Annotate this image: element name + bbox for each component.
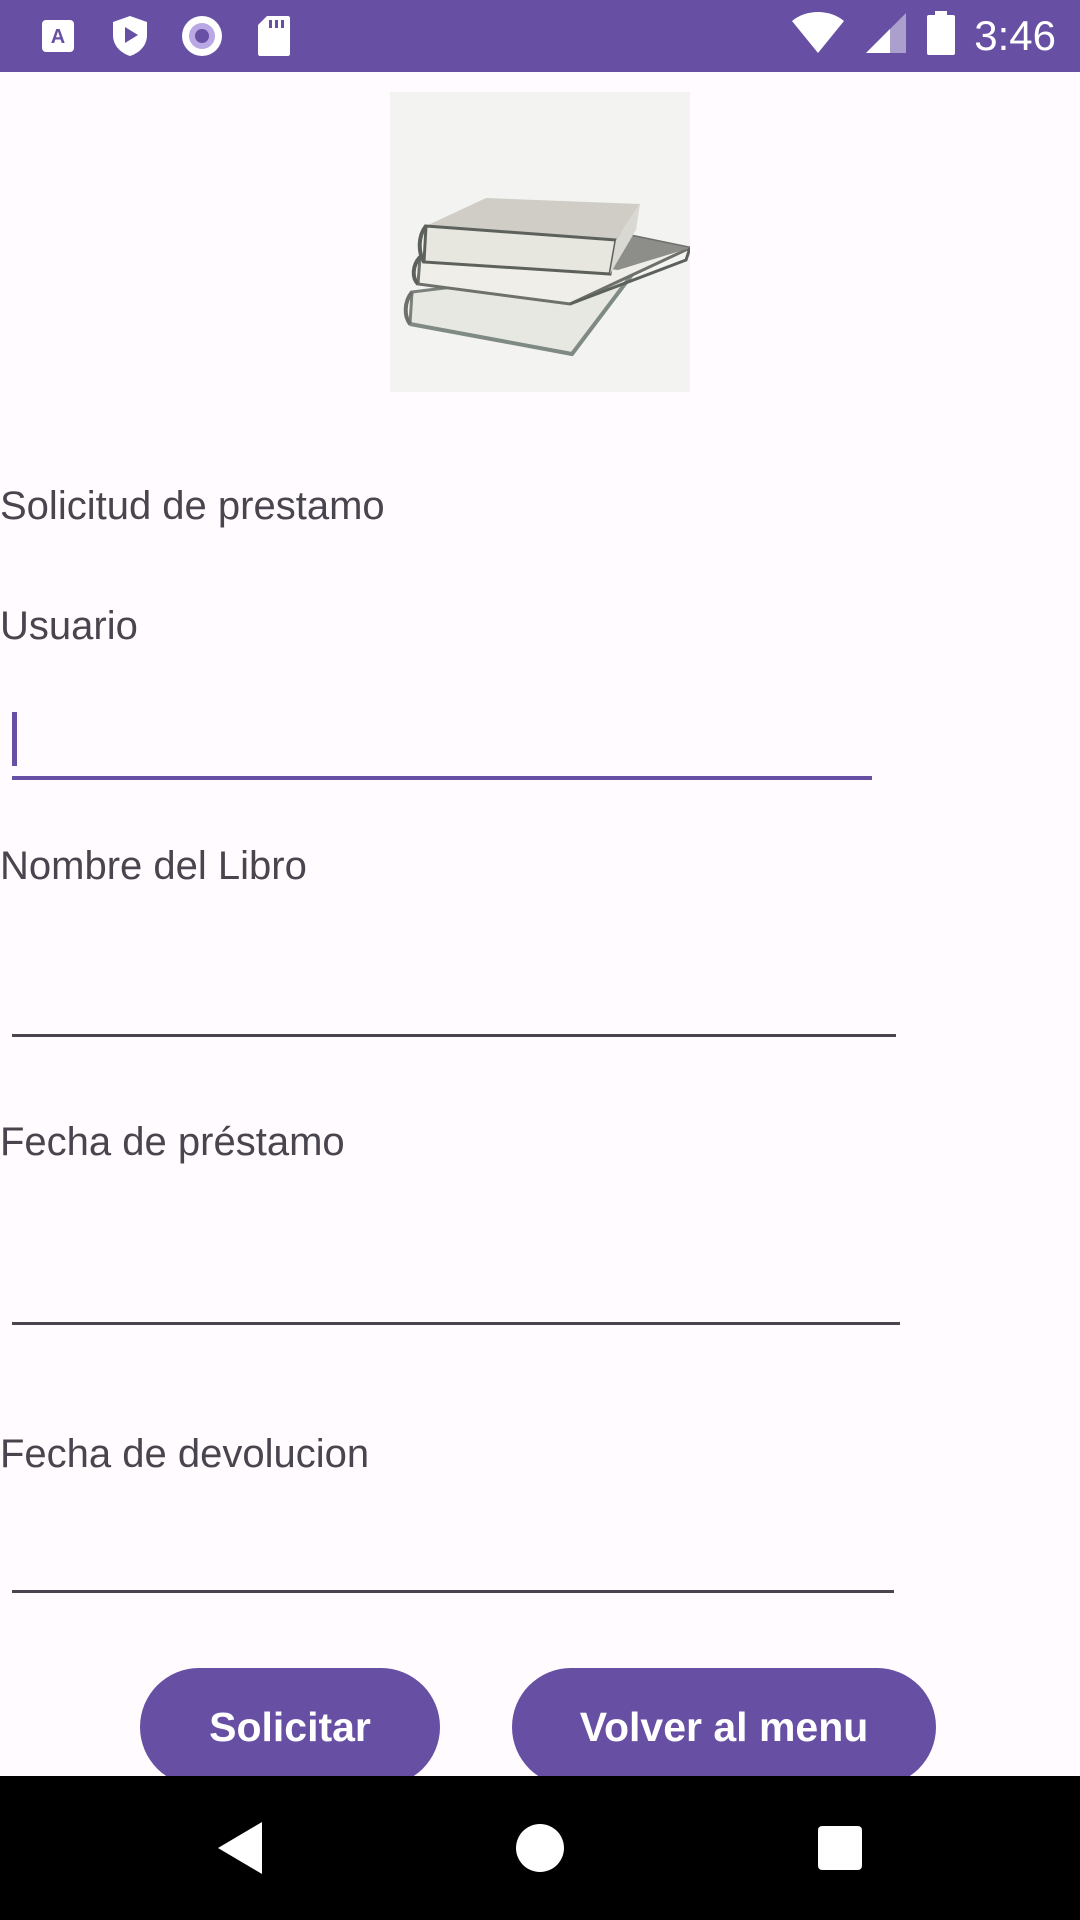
status-left-icons: A (36, 14, 296, 58)
sd-card-icon (252, 14, 296, 58)
record-circle-icon (180, 14, 224, 58)
navigation-bar (0, 1776, 1080, 1920)
status-right: 3:46 (790, 10, 1056, 61)
fecha-devolucion-label: Fecha de devolucion (0, 1432, 370, 1476)
fecha-prestamo-input[interactable] (12, 1254, 900, 1325)
svg-text:A: A (51, 26, 65, 48)
libro-input[interactable] (12, 966, 896, 1037)
libro-label: Nombre del Libro (0, 844, 307, 888)
recents-icon[interactable] (804, 1812, 876, 1884)
signal-icon (864, 11, 908, 60)
text-cursor (12, 712, 17, 766)
keyboard-a-icon: A (36, 14, 80, 58)
status-bar: A 3:46 (0, 0, 1080, 72)
back-icon[interactable] (204, 1812, 276, 1884)
play-shield-icon (108, 14, 152, 58)
usuario-input[interactable] (12, 708, 872, 780)
volver-menu-button[interactable]: Volver al menu (512, 1668, 936, 1786)
books-stack-image (390, 92, 695, 392)
fecha-prestamo-label: Fecha de préstamo (0, 1120, 345, 1164)
clock-time: 3:46 (974, 11, 1056, 59)
form-title: Solicitud de prestamo (0, 484, 385, 528)
wifi-icon (790, 11, 846, 60)
battery-icon (926, 10, 956, 61)
home-icon[interactable] (504, 1812, 576, 1884)
solicitar-button[interactable]: Solicitar (140, 1668, 440, 1786)
usuario-label: Usuario (0, 604, 138, 648)
fecha-devolucion-input[interactable] (12, 1522, 894, 1593)
